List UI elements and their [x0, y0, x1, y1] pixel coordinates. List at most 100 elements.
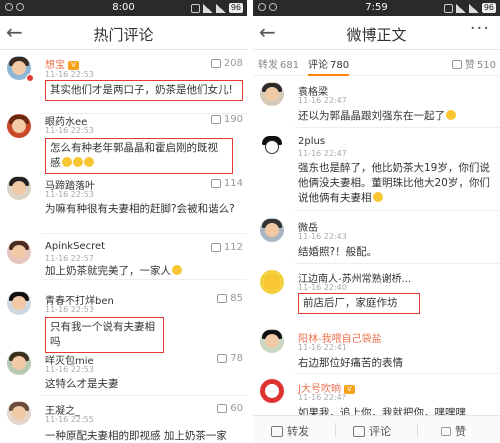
smile-emoji-icon [446, 110, 456, 120]
comment-date: 11-16 22:53 [45, 365, 94, 374]
nav-bar: ← 热门评论 [0, 16, 247, 50]
wifi-icon [202, 3, 213, 13]
comment-date: 11-16 22:55 [45, 415, 94, 424]
repost-icon [271, 425, 283, 437]
comment-date: 11-16 22:4? [298, 393, 346, 402]
laugh-emoji-icon [372, 192, 383, 202]
comment-date: 11-16 22:53 [45, 126, 94, 135]
thumbs-up-icon [217, 354, 228, 363]
comment-item[interactable]: 江边南人-苏州常熟谢桥... 11-16 22:40 前店后厂，家庭作坊 [253, 264, 500, 324]
like-button[interactable]: 114 [210, 178, 243, 189]
comment-date: 11-16 22:53 [45, 305, 94, 314]
thumbs-up-icon [210, 59, 221, 68]
comment-text: 怎么有种老年郭晶晶和霍启刚的既视感 [45, 138, 233, 174]
comment-item[interactable]: 王凝之_ 11-16 22:55 60 一种原配夫妻相的即视感 加上奶茶一家 [0, 396, 247, 443]
commenter-name[interactable]: 2plus [298, 136, 325, 147]
comment-text: 右边那位好痛苦的表情 [298, 357, 403, 369]
avatar[interactable] [260, 82, 284, 106]
like-button[interactable]: 190 [210, 114, 243, 125]
tab-like[interactable]: 赞 510 [451, 56, 496, 71]
comment-date: 11-16 22:47 [298, 96, 347, 105]
avatar[interactable] [7, 114, 31, 138]
tab-repost[interactable]: 转发 681 [258, 56, 299, 71]
thumbs-up-icon [451, 60, 462, 69]
more-options-icon[interactable]: ··· [470, 18, 490, 39]
comment-date: 11-16 22:53 [45, 190, 94, 199]
comment-item[interactable]: 想宝 V 11-16 22:53 208 其实他们才是两口子，奶茶是他们女儿! [0, 50, 247, 114]
alarm-icon [443, 3, 453, 13]
page-title: 微博正文 [346, 26, 407, 44]
avatar[interactable] [260, 329, 284, 353]
comment-item[interactable]: 眼药水ee 11-16 22:53 190 怎么有种老年郭晶晶和霍启刚的既视感 [0, 108, 247, 174]
avatar[interactable] [260, 379, 284, 403]
signal-icon [468, 3, 479, 13]
smile-emoji-icon [172, 265, 182, 275]
comment-text: 为嘛有种很有夫妻相的赶脚?会被和谐么? [45, 203, 235, 215]
avatar[interactable] [7, 240, 31, 264]
wifi-icon [455, 3, 466, 13]
comment-date: 11-16 22:40 [298, 283, 347, 292]
comment-text: 这特么才是夫妻 [45, 378, 119, 390]
status-bar: 8:00 96 [0, 0, 247, 16]
comment-item[interactable]: 2plus 11-16 22:47 强东也是醉了，他比奶茶大19岁，你们说他俩没… [253, 129, 500, 211]
like-button[interactable]: 208 [210, 58, 243, 69]
thumbs-up-icon [217, 294, 228, 303]
comment-item[interactable]: ApinkSecret 11-16 22:57 112 加上奶茶就完美了，一家人 [0, 234, 247, 280]
comment-date: 11-16 22:57 [45, 254, 94, 263]
comment-date: 11-16 22:41 [298, 343, 347, 352]
comment-text: 强东也是醉了，他比奶茶大19岁，你们说他俩没夫妻相。董明珠比他大20岁，你们说他… [298, 162, 490, 204]
comment-item[interactable]: 马蹄踏落叶 11-16 22:53 114 为嘛有种很有夫妻相的赶脚?会被和谐么… [0, 172, 247, 234]
comment-item[interactable]: 阳林-我喂自己袋盐 11-16 22:41 右边那位好痛苦的表情 [253, 324, 500, 374]
battery-indicator: 96 [481, 3, 496, 13]
comment-button[interactable]: 评论 [353, 423, 391, 439]
tab-comment[interactable]: 评论 780 [308, 56, 350, 76]
commenter-name[interactable]: ApinkSecret [45, 241, 105, 252]
thumbs-up-icon [210, 115, 221, 124]
avatar[interactable] [7, 401, 31, 425]
comment-text: 结婚照?！般配。 [298, 246, 378, 258]
bottom-action-bar: 转发 评论 赞 [253, 415, 500, 443]
avatar[interactable] [7, 176, 31, 200]
comment-text: 加上奶茶就完美了，一家人 [45, 264, 243, 279]
like-button[interactable]: 赞 [441, 423, 466, 439]
comment-text: 其实他们才是两口子，奶茶是他们女儿! [45, 80, 243, 101]
thumbs-up-icon [441, 426, 451, 436]
repost-button[interactable]: 转发 [271, 423, 309, 439]
commenter-name[interactable]: 想宝 V [45, 56, 79, 71]
comment-date: 11-16 22:43 [298, 232, 347, 241]
laugh-emoji-icon [83, 157, 94, 167]
comment-text: 一种原配夫妻相的即视感 加上奶茶一家 [45, 430, 227, 442]
comment-item[interactable]: 微岳 11-16 22:43 结婚照?！般配。 [253, 212, 500, 264]
thumbs-up-icon [210, 179, 221, 188]
status-bar: 7:59 96 [253, 0, 500, 16]
like-button[interactable]: 112 [210, 242, 243, 253]
hot-comments-screen: 8:00 96 ← 热门评论 想宝 V 11-16 22:53 208 其实他们才… [0, 0, 247, 443]
like-button[interactable]: 60 [217, 403, 243, 414]
avatar[interactable] [260, 135, 284, 159]
thumbs-up-icon [210, 243, 221, 252]
alarm-icon [190, 3, 200, 13]
laugh-emoji-icon [72, 157, 83, 167]
comment-item[interactable]: J大号吹晌 V 11-16 22:4? 如果我，追上你，我就把你，嘿嘿嘿 [253, 374, 500, 419]
comment-item[interactable]: 咩灭包mie 11-16 22:53 78 这特么才是夫妻 [0, 346, 247, 396]
avatar[interactable] [260, 218, 284, 242]
comment-date: 11-16 22:47 [298, 149, 347, 158]
comment-icon [353, 425, 365, 437]
like-button[interactable]: 85 [217, 293, 243, 304]
nav-bar: ← 微博正文 ··· [253, 16, 500, 50]
avatar[interactable] [7, 291, 31, 315]
comment-item[interactable]: 袁格梁 11-16 22:47 还以为郭晶晶跟刘强东在一起了 [253, 76, 500, 128]
comment-date: 11-16 22:53 [45, 70, 94, 79]
page-title: 热门评论 [93, 26, 154, 44]
weibo-post-screen: 7:59 96 ← 微博正文 ··· 转发 681 评论 780 赞 510 袁格梁 … [253, 0, 500, 443]
avatar[interactable] [260, 270, 284, 294]
comment-text: 前店后厂，家庭作坊 [298, 293, 420, 314]
signal-icon [215, 3, 226, 13]
battery-indicator: 96 [228, 3, 243, 13]
comment-item[interactable]: 青春不打烊ben 11-16 22:53 85 只有我一个说有夫妻相吗 [0, 286, 247, 353]
laugh-emoji-icon [61, 157, 72, 167]
like-button[interactable]: 78 [217, 353, 243, 364]
post-tabs: 转发 681 评论 780 赞 510 [253, 50, 500, 76]
avatar[interactable] [7, 351, 31, 375]
verified-badge-icon [26, 74, 34, 82]
